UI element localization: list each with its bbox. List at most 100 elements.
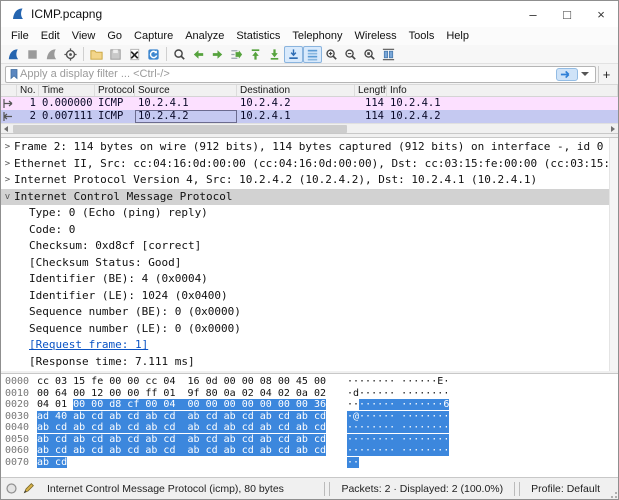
display-filter-box[interactable] xyxy=(5,65,596,83)
hex-row[interactable]: 0010 00 64 00 12 00 00 ff 01 9f 80 0a 02 … xyxy=(5,388,618,400)
hex-row[interactable]: 0020 04 01 00 00 d8 cf 00 04 00 00 00 00 … xyxy=(5,399,618,411)
zoom-in-icon[interactable] xyxy=(322,46,341,63)
hex-row[interactable]: 0070 ab cd ·· xyxy=(5,456,618,469)
expert-info-icon[interactable] xyxy=(5,482,18,495)
stop-capture-icon[interactable] xyxy=(23,46,42,63)
detail-line-frame[interactable]: > Frame 2: 114 bytes on wire (912 bits), … xyxy=(1,139,618,156)
expander-icon[interactable]: > xyxy=(1,139,14,156)
close-button[interactable]: × xyxy=(584,1,618,27)
zoom-original-icon[interactable] xyxy=(360,46,379,63)
menu-wireless[interactable]: Wireless xyxy=(349,28,403,44)
open-file-icon[interactable] xyxy=(87,46,106,63)
go-forward-icon[interactable] xyxy=(208,46,227,63)
capture-comment-icon[interactable] xyxy=(22,482,35,495)
resize-columns-icon[interactable] xyxy=(379,46,398,63)
save-file-icon[interactable] xyxy=(106,46,125,63)
packet-row-1[interactable]: 1 0.000000 ICMP 10.2.4.1 10.2.4.2 114 10… xyxy=(1,97,618,110)
status-separator xyxy=(329,481,331,496)
status-separator xyxy=(324,481,326,496)
maximize-button[interactable]: □ xyxy=(550,1,584,27)
column-info[interactable]: Info xyxy=(387,85,618,96)
menu-go[interactable]: Go xyxy=(101,28,128,44)
menu-capture[interactable]: Capture xyxy=(128,28,179,44)
cell-destination: 10.2.4.1 xyxy=(240,110,291,122)
go-first-packet-icon[interactable] xyxy=(246,46,265,63)
column-protocol[interactable]: Protocol xyxy=(95,85,135,96)
capture-options-icon[interactable] xyxy=(61,46,80,63)
menu-tools[interactable]: Tools xyxy=(403,28,441,44)
expander-icon[interactable]: > xyxy=(16,370,29,371)
column-source[interactable]: Source xyxy=(135,85,237,96)
packet-list-hscrollbar[interactable] xyxy=(1,123,618,133)
detail-line-seq-be[interactable]: Sequence number (BE): 0 (0x0000) xyxy=(1,304,618,321)
minimize-button[interactable]: – xyxy=(516,1,550,27)
menu-telephony[interactable]: Telephony xyxy=(286,28,348,44)
menu-analyze[interactable]: Analyze xyxy=(179,28,230,44)
menu-help[interactable]: Help xyxy=(440,28,475,44)
detail-text: Checksum: 0xd8cf [correct] xyxy=(29,239,202,252)
scroll-left-icon[interactable] xyxy=(1,124,11,134)
auto-scroll-icon[interactable] xyxy=(284,45,303,63)
column-no[interactable]: No. xyxy=(17,85,39,96)
go-back-icon[interactable] xyxy=(189,46,208,63)
cell-source: 10.2.4.1 xyxy=(138,97,189,109)
start-capture-icon[interactable] xyxy=(4,46,23,63)
hex-offset: 0060 xyxy=(5,445,30,456)
detail-line-checksum[interactable]: Checksum: 0xd8cf [correct] xyxy=(1,238,618,255)
scroll-right-icon[interactable] xyxy=(608,124,618,134)
hex-row[interactable]: 0040 ab cd ab cd ab cd ab cd ab cd ab cd … xyxy=(5,422,618,434)
add-filter-button[interactable]: + xyxy=(598,65,614,83)
detail-line-type[interactable]: Type: 0 (Echo (ping) reply) xyxy=(1,205,618,222)
detail-text: Frame 2: 114 bytes on wire (912 bits), 1… xyxy=(14,140,604,153)
packet-row-2-selected[interactable]: 2 0.007111 ICMP 10.2.4.2 10.2.4.1 114 10… xyxy=(1,110,618,123)
colorize-icon[interactable] xyxy=(303,45,322,63)
hex-row[interactable]: 0000 cc 03 15 fe 00 00 cc 04 16 0d 00 00 … xyxy=(5,376,618,388)
packet-bytes-pane: 0000 cc 03 15 fe 00 00 cc 04 16 0d 00 00 … xyxy=(1,374,618,477)
expander-icon[interactable]: > xyxy=(1,172,14,189)
expander-icon[interactable]: > xyxy=(1,156,14,173)
detail-line-request-frame-link[interactable]: [Request frame: 1] xyxy=(1,337,618,354)
go-to-packet-icon[interactable] xyxy=(227,46,246,63)
column-time[interactable]: Time xyxy=(39,85,95,96)
menu-statistics[interactable]: Statistics xyxy=(230,28,286,44)
display-filter-input[interactable] xyxy=(20,68,556,80)
status-profile[interactable]: Profile: Default xyxy=(521,483,608,495)
hex-row[interactable]: 0060 ab cd ab cd ab cd ab cd ab cd ab cd … xyxy=(5,445,618,457)
restart-capture-icon[interactable] xyxy=(42,46,61,63)
go-last-packet-icon[interactable] xyxy=(265,46,284,63)
menu-file[interactable]: File xyxy=(5,28,35,44)
menu-edit[interactable]: Edit xyxy=(35,28,66,44)
column-destination[interactable]: Destination xyxy=(237,85,355,96)
hex-row[interactable]: 0050 ab cd ab cd ab cd ab cd ab cd ab cd … xyxy=(5,433,618,446)
detail-vscrollbar[interactable] xyxy=(609,138,618,371)
find-packet-icon[interactable] xyxy=(170,46,189,63)
detail-text: Internet Control Message Protocol xyxy=(14,189,233,203)
menu-view[interactable]: View xyxy=(66,28,102,44)
hscroll-track[interactable] xyxy=(11,124,608,134)
apply-filter-button[interactable] xyxy=(556,67,578,81)
reload-file-icon[interactable] xyxy=(144,46,163,63)
close-file-icon[interactable] xyxy=(125,46,144,63)
zoom-out-icon[interactable] xyxy=(341,46,360,63)
hscroll-thumb[interactable] xyxy=(13,124,348,133)
filter-dropdown-caret-icon[interactable] xyxy=(581,72,589,76)
resize-grip-icon[interactable] xyxy=(608,483,618,499)
hex-row[interactable]: 0030 ad 40 ab cd ab cd ab cd ab cd ab cd … xyxy=(5,410,618,423)
wireshark-window: ICMP.pcapng – □ × File Edit View Go Capt… xyxy=(0,0,619,500)
detail-line-code[interactable]: Code: 0 xyxy=(1,222,618,239)
bookmark-icon[interactable] xyxy=(8,67,20,81)
column-length[interactable]: Length xyxy=(355,85,387,96)
detail-line-checksum-status[interactable]: [Checksum Status: Good] xyxy=(1,255,618,272)
request-frame-link[interactable]: [Request frame: 1] xyxy=(29,337,148,354)
detail-line-identifier-be[interactable]: Identifier (BE): 4 (0x0004) xyxy=(1,271,618,288)
detail-line-identifier-le[interactable]: Identifier (LE): 1024 (0x0400) xyxy=(1,288,618,305)
detail-line-seq-le[interactable]: Sequence number (LE): 0 (0x0000) xyxy=(1,321,618,338)
collapse-icon[interactable]: v xyxy=(1,189,14,206)
cell-length: 114 xyxy=(365,97,384,109)
detail-line-icmp-selected[interactable]: v Internet Control Message Protocol xyxy=(1,188,618,206)
detail-line-ethernet[interactable]: > Ethernet II, Src: cc:04:16:0d:00:00 (cc… xyxy=(1,156,618,173)
detail-line-data[interactable]: >Data (72 bytes) xyxy=(1,370,618,371)
detail-line-ip[interactable]: > Internet Protocol Version 4, Src: 10.2.… xyxy=(1,172,618,189)
detail-text: Code: 0 xyxy=(29,222,76,236)
detail-line-response-time[interactable]: [Response time: 7.111 ms] xyxy=(1,354,618,371)
